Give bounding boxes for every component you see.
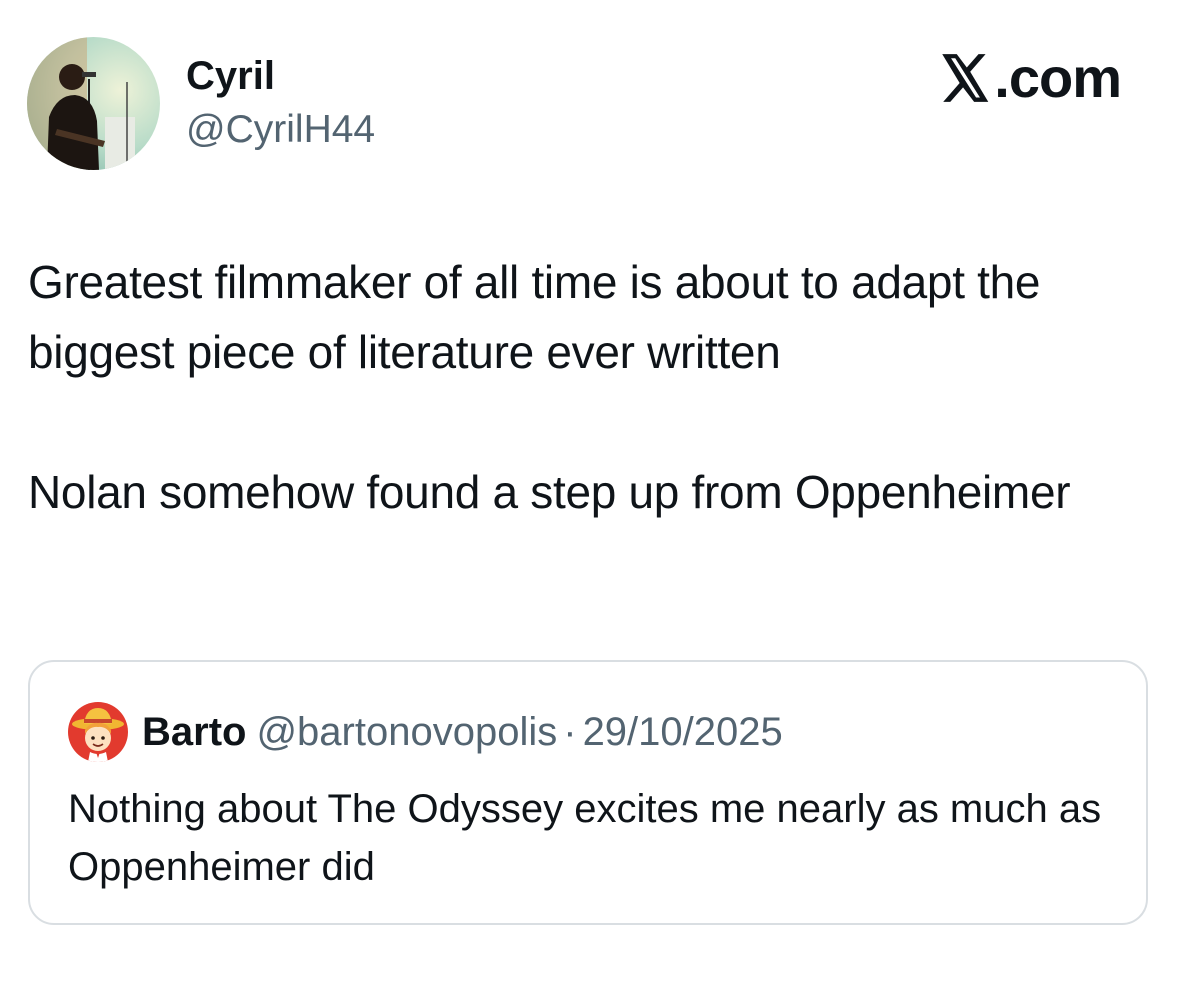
author-handle[interactable]: @CyrilH44 [186,106,375,154]
x-brand-link[interactable]: .com [939,46,1122,109]
separator-dot: · [563,710,577,754]
avatar-photo-icon [27,37,160,170]
quoted-author-name[interactable]: Barto [142,710,246,754]
cartoon-cowboy-avatar-icon [68,702,128,762]
quoted-tweet-header: Barto @bartonovopolis · 29/10/2025 [142,706,783,758]
x-logo-icon [942,54,989,102]
quoted-tweet-text: Nothing about The Odyssey excites me nea… [68,787,1102,889]
quoted-tweet[interactable]: Barto @bartonovopolis · 29/10/2025 Nothing … [28,660,1148,925]
quoted-author-avatar[interactable] [68,702,128,762]
tweet-paragraph: Nolan somehow found a step up from Oppen… [28,466,1071,518]
author-name[interactable]: Cyril [186,52,275,100]
author-avatar[interactable] [27,37,160,170]
tweet-paragraph: Greatest filmmaker of all time is about … [28,256,1041,378]
quoted-tweet-date[interactable]: 29/10/2025 [583,710,783,754]
tweet-text: Greatest filmmaker of all time is about … [28,247,1148,527]
x-brand-text: .com [994,46,1122,109]
quoted-author-handle[interactable]: @bartonovopolis [256,710,557,754]
